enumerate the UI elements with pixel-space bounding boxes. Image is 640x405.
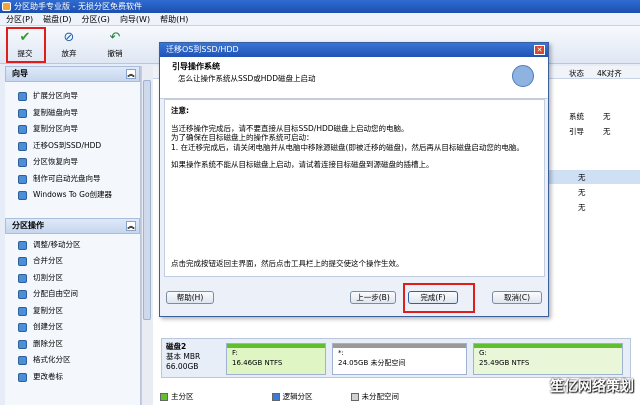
wizard-icon: [18, 92, 27, 101]
undo-icon: ↶: [109, 30, 121, 45]
disk2-type: 基本 MBR: [166, 352, 201, 361]
note-line-4: 如果操作系统不能从目标磁盘上启动，请试着连接目标磁盘到源磁盘的插槽上。: [171, 160, 434, 169]
dialog-body: 注意: 当迁移操作完成后，请不要直接从目标SSD/HDD磁盘上启动您的电脑。 为…: [164, 99, 545, 277]
menu-wizard[interactable]: 向导(W): [120, 13, 150, 25]
discard-button[interactable]: ⊘ 放弃: [52, 30, 86, 62]
partition-icon: [18, 125, 27, 134]
undo-button[interactable]: ↶ 撤销: [98, 30, 132, 62]
cancel-button[interactable]: 取消(C): [492, 291, 542, 304]
dialog-subheading: 怎么让操作系统从SSD或HDD磁盘上启动: [178, 74, 316, 83]
window-title: 分区助手专业版 - 无损分区免费软件: [14, 2, 142, 11]
migrate-icon: [18, 141, 27, 151]
partops-list: 调整/移动分区 合并分区 切割分区 分配自由空间 复制分区 创建分区 删除分区 …: [5, 234, 140, 386]
partops-section-header[interactable]: 分区操作 ︽: [5, 217, 140, 234]
op-label[interactable]: 更改卷标: [5, 369, 140, 386]
recovery-icon: [18, 158, 27, 167]
op-merge[interactable]: 合并分区: [5, 253, 140, 270]
dialog-titlebar: 迁移OS到SSD/HDD ✕: [160, 43, 548, 57]
disk-icon: [18, 108, 27, 118]
op-delete[interactable]: 删除分区: [5, 336, 140, 353]
col-4k[interactable]: 4K对齐: [597, 68, 622, 79]
boot-icon: [512, 65, 534, 87]
dialog-header: 引导操作系统 怎么让操作系统从SSD或HDD磁盘上启动: [160, 57, 548, 99]
legend-logical: 逻辑分区: [271, 391, 313, 402]
help-button[interactable]: 帮助(H): [166, 291, 214, 304]
allocate-icon: [18, 290, 27, 299]
note-line-1: 当迁移操作完成后，请不要直接从目标SSD/HDD磁盘上启动您的电脑。: [171, 123, 409, 133]
wizard-list: 扩展分区向导 复制磁盘向导 复制分区向导 迁移OS到SSD/HDD 分区恢复向导…: [5, 82, 140, 204]
copy-icon: [18, 306, 27, 316]
op-format[interactable]: 格式化分区: [5, 352, 140, 369]
collapse-icon[interactable]: ︽: [126, 220, 136, 231]
title-bar: 分区助手专业版 - 无损分区免费软件: [0, 0, 640, 13]
wizard-section-header[interactable]: 向导 ︽: [5, 66, 140, 82]
wizard-migrate-os[interactable]: 迁移OS到SSD/HDD: [5, 138, 140, 155]
wizard-copy-disk[interactable]: 复制磁盘向导: [5, 105, 140, 122]
note-line-3: 1. 在迁移完成后，请关闭电脑并从电脑中移除源磁盘(即被迁移的磁盘)，然后再从目…: [171, 142, 524, 152]
collapse-icon[interactable]: ︽: [126, 69, 136, 79]
disk2-size: 66.00GB: [166, 362, 199, 371]
merge-icon: [18, 257, 27, 266]
watermark: 笙亿网络策划: [550, 379, 634, 395]
menu-partition[interactable]: 分区(P): [6, 13, 33, 25]
op-split[interactable]: 切割分区: [5, 270, 140, 287]
delete-icon: [18, 339, 27, 349]
left-panel: 向导 ︽ 扩展分区向导 复制磁盘向导 复制分区向导 迁移OS到SSD/HDD 分…: [5, 66, 141, 405]
disk2-name: 磁盘2: [166, 342, 187, 351]
op-create[interactable]: 创建分区: [5, 319, 140, 336]
selected-row[interactable]: [548, 170, 640, 184]
back-button[interactable]: 上一步(B): [350, 291, 396, 304]
finish-highlight: [403, 283, 475, 313]
wizard-copy-partition[interactable]: 复制分区向导: [5, 121, 140, 138]
note-line-2: 为了确保在目标磁盘上的操作系统可启动：: [171, 133, 314, 142]
row-4k: 无: [578, 188, 586, 197]
menu-help[interactable]: 帮助(H): [160, 13, 188, 25]
col-status[interactable]: 状态: [569, 68, 584, 79]
row-4k: 无: [603, 112, 611, 121]
commit-highlight: [6, 27, 46, 63]
scroll-thumb[interactable]: [143, 80, 151, 320]
menu-partition-2[interactable]: 分区(G): [81, 13, 109, 25]
app-icon: [2, 2, 11, 11]
wizard-windows-to-go[interactable]: Windows To Go创建器: [5, 187, 140, 204]
disk2-row[interactable]: 磁盘2 基本 MBR 66.00GB F: 16.46GB NTFS *: 24…: [161, 338, 631, 378]
discard-icon: ⊘: [63, 30, 75, 45]
disk2-info: 磁盘2 基本 MBR 66.00GB: [166, 342, 200, 372]
cd-icon: [18, 174, 27, 184]
row-status: 引导: [569, 127, 584, 136]
note-title: 注意:: [171, 106, 189, 115]
migrate-os-dialog: 迁移OS到SSD/HDD ✕ 引导操作系统 怎么让操作系统从SSD或HDD磁盘上…: [159, 42, 549, 317]
create-icon: [18, 323, 27, 332]
partition-g[interactable]: G: 25.49GB NTFS: [473, 343, 623, 375]
resize-icon: [18, 240, 27, 250]
menu-bar: 分区(P) 磁盘(D) 分区(G) 向导(W) 帮助(H): [0, 13, 640, 26]
windows-icon: [18, 191, 27, 200]
row-4k: 无: [603, 127, 611, 136]
op-copy[interactable]: 复制分区: [5, 303, 140, 320]
partition-f[interactable]: F: 16.46GB NTFS: [226, 343, 326, 375]
row-4k: 无: [578, 203, 586, 212]
op-allocate[interactable]: 分配自由空间: [5, 286, 140, 303]
menu-disk[interactable]: 磁盘(D): [43, 13, 71, 25]
wizard-bootable-cd[interactable]: 制作可启动光盘向导: [5, 171, 140, 188]
left-scrollbar[interactable]: [141, 66, 152, 405]
legend-primary: 主分区: [160, 391, 194, 402]
wizard-recovery[interactable]: 分区恢复向导: [5, 154, 140, 171]
wizard-extend[interactable]: 扩展分区向导: [5, 88, 140, 105]
dialog-heading: 引导操作系统: [172, 62, 220, 71]
split-icon: [18, 273, 27, 283]
partition-unallocated[interactable]: *: 24.05GB 未分配空间: [332, 343, 467, 375]
legend-unallocated: 未分配空间: [350, 391, 399, 402]
format-icon: [18, 356, 27, 365]
row-4k: 无: [578, 173, 586, 182]
label-icon: [18, 372, 27, 382]
row-status: 系统: [569, 112, 584, 121]
close-icon[interactable]: ✕: [534, 45, 545, 55]
dialog-footer-text: 点击完成按钮返回主界面，然后点击工具栏上的提交使这个操作生效。: [171, 258, 404, 268]
op-resize[interactable]: 调整/移动分区: [5, 237, 140, 254]
dialog-title: 迁移OS到SSD/HDD: [166, 45, 239, 54]
